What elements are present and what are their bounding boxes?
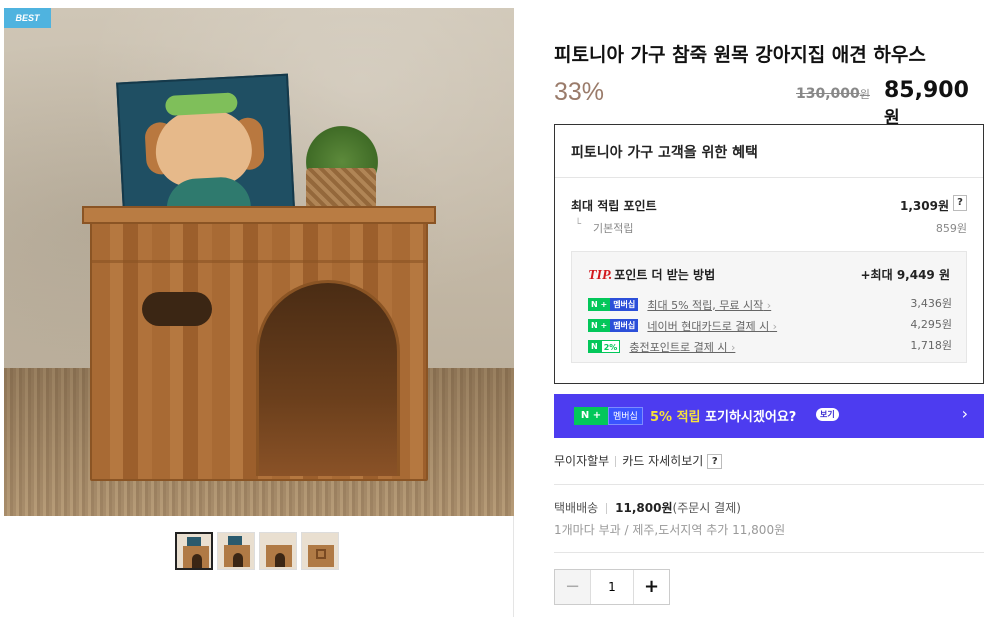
arched-doorway xyxy=(256,280,400,476)
banner-view-button[interactable]: 보기 xyxy=(816,408,839,421)
tip-box: TIP. 포인트 더 받는 방법 +최대 9,449 원 N + 멤버십 최대 5%… xyxy=(571,251,967,363)
tip-row-card: N +멤버십 네이버 현대카드로 결제 시 4,295원 xyxy=(588,315,952,333)
membership-label: 멤버십 xyxy=(608,407,643,425)
membership-badge: 멤버십 xyxy=(610,298,639,311)
max-points-value: 1,309원 xyxy=(900,199,949,213)
thumbnail-4[interactable] xyxy=(301,532,339,570)
shipping-subnote: 1개마다 부과 / 제주,도서지역 추가 11,800원 xyxy=(554,523,786,537)
help-icon[interactable]: ? xyxy=(707,454,723,469)
main-product-image[interactable] xyxy=(4,8,514,516)
product-title: 피토니아 가구 참죽 원목 강아지집 애견 하우스 xyxy=(554,44,926,66)
max-points-label: 최대 적립 포인트 xyxy=(571,199,657,213)
tip-value: 1,718원 xyxy=(910,339,952,352)
sale-price: 85,900원 xyxy=(884,78,969,128)
tip-row-charge: N2% 충전포인트로 결제 시 1,718원 xyxy=(588,336,952,354)
tip-link-charge[interactable]: 충전포인트로 결제 시 xyxy=(629,341,735,354)
sub-item-icon: └ xyxy=(575,219,582,230)
thumbnail-strip xyxy=(175,532,339,570)
naver-plus-badge: N + xyxy=(588,298,611,311)
shipping-row: 택배배송 11,800원(주문시 결제) xyxy=(554,499,741,516)
installment-link[interactable]: 무이자할부 xyxy=(554,454,609,468)
decrease-button[interactable]: − xyxy=(555,570,591,604)
card-info-row: 무이자할부 카드 자세히보기? xyxy=(554,452,723,469)
thumbnail-3[interactable] xyxy=(259,532,297,570)
naver-badge: N xyxy=(588,340,601,353)
tip-link-membership[interactable]: 최대 5% 적립, 무료 시작 xyxy=(647,299,771,312)
naver-plus-logo: N + xyxy=(574,407,608,425)
tip-heading: TIP. 포인트 더 받는 방법 xyxy=(588,268,716,283)
benefit-title: 피토니아 가구 고객을 위한 혜택 xyxy=(571,145,758,161)
base-points-value: 859원 xyxy=(935,222,967,235)
thumbnail-1[interactable] xyxy=(175,532,213,570)
membership-badge: 멤버십 xyxy=(610,319,639,332)
banner-text: 5% 적립 포기하시겠어요? xyxy=(650,410,797,425)
quantity-input[interactable] xyxy=(591,570,633,604)
shipping-note: (주문시 결제) xyxy=(672,501,741,515)
handle-hole xyxy=(142,292,212,326)
increase-button[interactable]: + xyxy=(633,570,669,604)
tip-value: 4,295원 xyxy=(910,318,952,331)
shipping-fee: 11,800원 xyxy=(615,501,673,515)
tip-max-points: +최대 9,449 원 xyxy=(860,268,951,282)
discount-rate: 33% xyxy=(554,78,605,106)
naver-plus-badge: N + xyxy=(588,319,611,332)
thumbnail-2[interactable] xyxy=(217,532,255,570)
chevron-right-icon: › xyxy=(961,404,968,423)
quantity-stepper: − + xyxy=(554,569,670,605)
best-badge: BEST xyxy=(4,8,51,28)
original-price: 130,000원 xyxy=(796,86,870,102)
shipping-label: 택배배송 xyxy=(554,501,599,515)
benefit-box: 피토니아 가구 고객을 위한 혜택 최대 적립 포인트 1,309원 ? └ 기… xyxy=(554,124,984,384)
membership-banner[interactable]: N + 멤버십 5% 적립 포기하시겠어요? 보기 › xyxy=(554,394,984,438)
help-icon[interactable]: ? xyxy=(953,195,967,211)
tip-row-membership: N +멤버십 최대 5% 적립, 무료 시작 3,436원 xyxy=(588,294,952,312)
tip-value: 3,436원 xyxy=(910,297,952,310)
product-gallery xyxy=(4,8,514,617)
two-percent-badge: 2% xyxy=(600,340,621,353)
tip-link-card[interactable]: 네이버 현대카드로 결제 시 xyxy=(647,320,777,333)
card-details-link[interactable]: 카드 자세히보기 xyxy=(622,454,703,468)
base-points-label: 기본적립 xyxy=(593,222,634,235)
